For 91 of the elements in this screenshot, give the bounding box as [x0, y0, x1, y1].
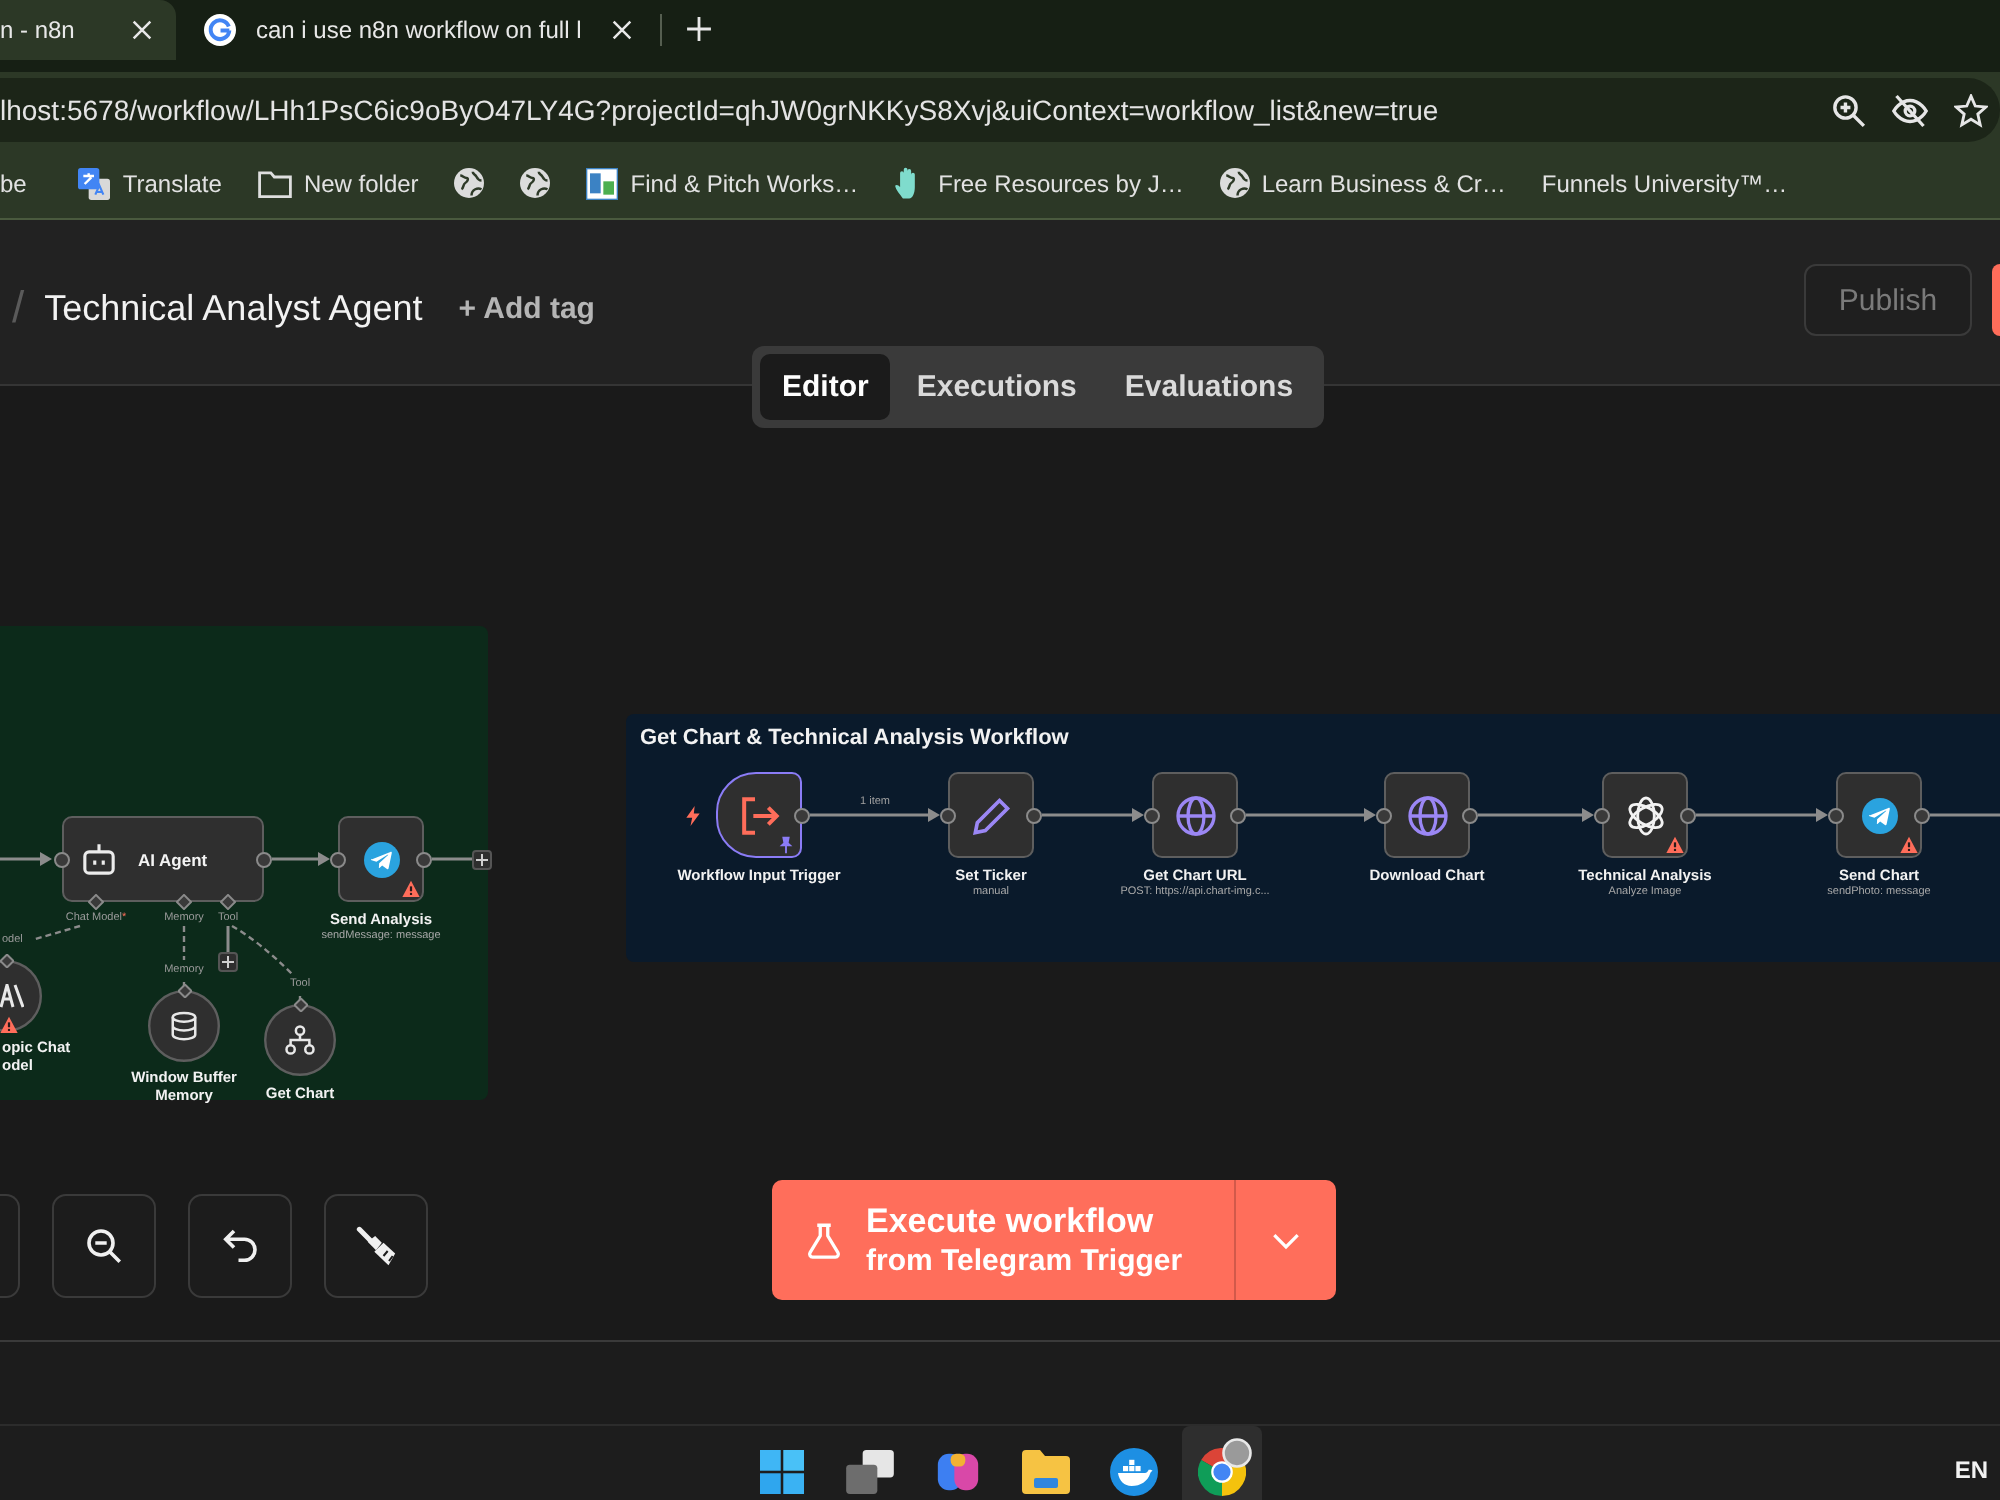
paper-plane-icon [363, 841, 399, 877]
zoom-out-button[interactable] [52, 1194, 156, 1298]
close-icon[interactable] [612, 20, 632, 40]
globe-icon [454, 168, 485, 198]
zoom-icon[interactable] [1832, 93, 1866, 127]
connector-handle[interactable] [176, 894, 192, 910]
connector-handle[interactable] [293, 997, 307, 1011]
folder-icon [257, 169, 292, 197]
folder-icon [1022, 1449, 1070, 1493]
database-icon [172, 1012, 196, 1040]
workflow-node[interactable] [1836, 772, 1922, 858]
view-tab[interactable]: Evaluations [1102, 354, 1316, 420]
star-icon[interactable] [1954, 93, 1988, 127]
workflow-node[interactable] [1152, 772, 1238, 858]
start-icon [760, 1449, 804, 1493]
dashed-connection-line [182, 926, 186, 990]
view-tab[interactable]: Editor [760, 354, 891, 420]
bookmark[interactable]: Translate [70, 161, 230, 205]
connection-line [432, 857, 472, 861]
add-node-button[interactable] [472, 849, 492, 869]
connection-line [1478, 808, 1594, 822]
connector-handle[interactable] [0, 953, 14, 967]
hierarchy-icon [286, 1026, 314, 1054]
dashed-connection-line [31, 924, 81, 942]
connector-handle[interactable] [220, 894, 236, 910]
eye-slash-icon[interactable] [1892, 93, 1928, 127]
chevron-down-icon [1272, 1231, 1301, 1249]
avatar-icon [1222, 1438, 1252, 1468]
bookmark[interactable]: Find & Pitch Works… [578, 161, 867, 205]
undo-icon [222, 1228, 258, 1264]
workflow-node[interactable] [0, 960, 44, 1032]
workflow-node[interactable] [1384, 772, 1470, 858]
connection-line [1930, 813, 2000, 817]
ribbon-logo-icon [936, 1449, 980, 1493]
connector-handle[interactable] [88, 894, 104, 910]
browser-tab[interactable]: n - n8n [0, 0, 176, 60]
workflow-node[interactable] [148, 990, 220, 1062]
workflow-title[interactable]: Technical Analyst Agent [44, 287, 423, 329]
breadcrumb-separator: / [12, 282, 25, 334]
taskbar-button[interactable] [1182, 1426, 1262, 1500]
undo-button[interactable] [188, 1194, 292, 1298]
new-tab-icon[interactable] [686, 16, 712, 42]
add-tag-button[interactable]: + Add tag [454, 283, 599, 333]
group-title: Get Chart & Technical Analysis Workflow [640, 726, 1069, 750]
g-logo-icon [204, 14, 236, 46]
plus-icon [476, 853, 488, 865]
view-tab[interactable]: Executions [894, 354, 1099, 420]
connection-line [226, 926, 230, 952]
flask-icon [806, 1221, 842, 1259]
atom-icon [1625, 795, 1665, 835]
robot-icon [82, 842, 116, 876]
workflow-node[interactable] [338, 816, 424, 902]
browser-tab[interactable]: can i use n8n workflow on full l [176, 0, 656, 60]
address-bar[interactable]: lhost:5678/workflow/LHh1PsC6ic9oByO47LY4G?projectId=qhJW0grNKKyS8Xvj&uiContext=workflow_list&new=true [0, 78, 2000, 142]
add-node-button[interactable] [218, 952, 238, 972]
globe-icon [520, 168, 551, 198]
bookmark[interactable]: New folder [249, 163, 427, 203]
close-icon[interactable] [132, 20, 152, 40]
plus-icon [222, 956, 234, 968]
lightning-icon [686, 805, 700, 825]
language-indicator[interactable]: EN [1954, 1456, 2000, 1484]
logo-mark-icon [1, 985, 23, 1007]
workflow-node[interactable] [1602, 772, 1688, 858]
globe-icon [1219, 168, 1250, 198]
connection-line [1042, 808, 1144, 822]
connection-line [272, 852, 330, 866]
workflow-node[interactable] [264, 1004, 336, 1076]
connection-line [810, 808, 940, 822]
bookmark[interactable]: Learn Business & Cr… [1211, 162, 1514, 204]
connector-handle[interactable] [177, 983, 191, 997]
translate-icon [78, 167, 111, 199]
clear-button[interactable] [324, 1194, 428, 1298]
workflow-node[interactable]: AI Agent [62, 816, 264, 902]
bookmark[interactable]: Funnels University™… [1533, 163, 1796, 203]
action-button[interactable] [1992, 264, 2000, 336]
bookmark[interactable]: be [0, 163, 35, 203]
workflow-node[interactable] [948, 772, 1034, 858]
connection-line [1696, 808, 1828, 822]
zoom-out-icon [86, 1228, 122, 1264]
connection-line [0, 852, 52, 866]
site-logo-icon [586, 167, 619, 199]
stacked-windows-icon [846, 1449, 894, 1493]
connection-line [1246, 808, 1376, 822]
globe-icon [1407, 795, 1447, 835]
arrow-bracket-icon [739, 795, 779, 835]
globe-icon [1175, 795, 1215, 835]
whale-icon [1110, 1447, 1158, 1495]
paper-plane-icon [1861, 797, 1897, 833]
bookmark[interactable]: Free Resources by J… [886, 160, 1192, 206]
broom-icon [356, 1226, 396, 1266]
pencil-icon [971, 795, 1011, 835]
